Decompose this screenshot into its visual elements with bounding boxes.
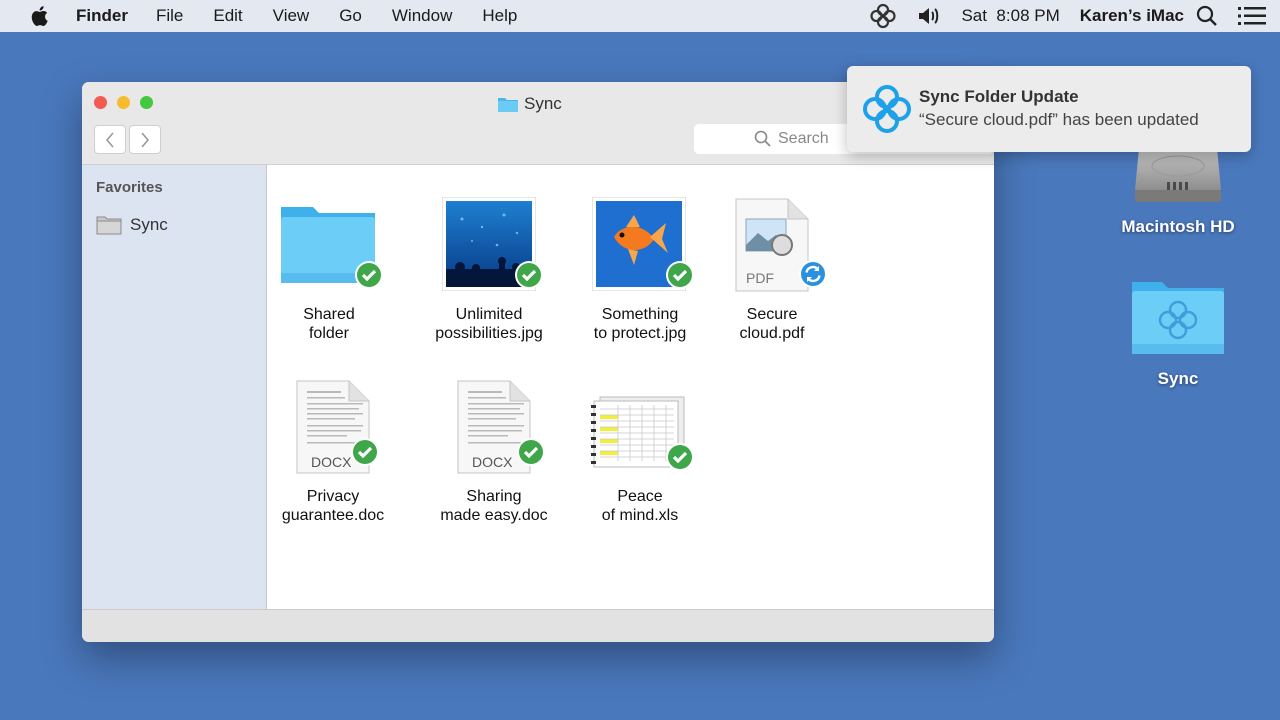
minimize-window-button[interactable] (117, 96, 130, 109)
sidebar-heading-favorites: Favorites (96, 179, 163, 196)
search-icon (754, 130, 771, 147)
sidebar: Favorites Sync (82, 165, 267, 609)
window-title-text: Sync (524, 94, 562, 113)
synced-check-icon (351, 438, 379, 466)
file-item[interactable]: DOCX Sharing made easy.doc (424, 375, 564, 525)
window-status-bar (82, 609, 994, 642)
notification-center-icon[interactable] (1238, 6, 1266, 26)
file-name-line1: Privacy (306, 488, 360, 505)
file-name-line2: guarantee.doc (281, 507, 385, 524)
file-item[interactable]: PDF Secure cloud.pdf (702, 193, 842, 343)
file-name-line1: Unlimited (455, 306, 523, 323)
file-name-line1: Peace (617, 488, 663, 505)
file-name-line1: Something (601, 306, 679, 323)
forward-button[interactable] (129, 125, 161, 154)
window-title: Sync (498, 94, 562, 114)
search-placeholder: Search (778, 130, 829, 147)
notification-title: Sync Folder Update (919, 87, 1079, 106)
sidebar-item-label: Sync (130, 215, 168, 234)
file-name-line2: cloud.pdf (739, 325, 805, 342)
notification-banner[interactable]: Sync Folder Update “Secure cloud.pdf” ha… (847, 66, 1251, 152)
file-name-line1: Shared (303, 306, 355, 323)
desktop-macintosh-hd[interactable]: Macintosh HD (1108, 140, 1248, 237)
close-window-button[interactable] (94, 96, 107, 109)
synced-check-icon (666, 261, 694, 289)
sync-folder-icon (1132, 282, 1224, 354)
file-grid: Shared folder Unlimited possibilities.jp… (267, 165, 994, 609)
chevron-right-icon (141, 131, 150, 148)
sync-app-logo-icon (863, 85, 911, 133)
notification-body: “Secure cloud.pdf” has been updated (919, 110, 1199, 129)
file-name-line2: to protect.jpg (593, 325, 687, 342)
file-item[interactable]: Shared folder (259, 193, 399, 343)
menu-window[interactable]: Window (392, 6, 452, 26)
zoom-window-button[interactable] (140, 96, 153, 109)
folder-icon (498, 98, 518, 112)
back-button[interactable] (94, 125, 126, 154)
menu-finder[interactable]: Finder (76, 6, 128, 26)
desktop-item-label: Sync (1157, 369, 1199, 388)
sidebar-item-sync[interactable]: Sync (96, 215, 168, 235)
file-name-line1: Sharing (466, 488, 522, 505)
menu-help[interactable]: Help (482, 6, 517, 26)
desktop-item-label: Macintosh HD (1121, 217, 1235, 236)
file-ext-label: DOCX (311, 454, 352, 470)
menu-edit[interactable]: Edit (213, 6, 242, 26)
synced-check-icon (517, 438, 545, 466)
menu-file[interactable]: File (156, 6, 183, 26)
spotlight-search-icon[interactable] (1196, 5, 1218, 27)
synced-check-icon (666, 443, 694, 471)
file-name-line1: Secure (746, 306, 798, 323)
syncing-refresh-icon (799, 260, 827, 288)
synced-check-icon (515, 261, 543, 289)
file-item[interactable]: DOCX Privacy guarantee.doc (263, 375, 403, 525)
file-ext-label: PDF (746, 270, 774, 286)
chevron-left-icon (105, 131, 114, 148)
menu-go[interactable]: Go (339, 6, 362, 26)
synced-check-icon (355, 261, 383, 289)
file-name-line2: made easy.doc (440, 507, 548, 524)
file-name-line2: folder (308, 325, 350, 342)
volume-icon[interactable] (917, 6, 941, 26)
file-item[interactable]: Peace of mind.xls (570, 375, 710, 525)
file-item[interactable]: Unlimited possibilities.jpg (419, 193, 559, 343)
menu-bar: Finder File Edit View Go Window Help Sat… (0, 0, 1280, 32)
desktop-sync-folder[interactable]: Sync (1108, 278, 1248, 389)
file-ext-label: DOCX (472, 454, 513, 470)
menu-view[interactable]: View (273, 6, 310, 26)
apple-logo-icon[interactable] (30, 5, 50, 27)
file-name-line2: of mind.xls (601, 507, 679, 524)
folder-icon (96, 216, 122, 235)
file-name-line2: possibilities.jpg (435, 325, 543, 342)
menu-clock[interactable]: Sat 8:08 PM (961, 6, 1059, 26)
sync-status-icon[interactable] (869, 3, 897, 29)
menu-computer-name[interactable]: Karen’s iMac (1080, 6, 1184, 26)
file-item[interactable]: Something to protect.jpg (570, 193, 710, 343)
finder-window: Sync Search Favorites Sync Shared folder… (82, 82, 994, 642)
